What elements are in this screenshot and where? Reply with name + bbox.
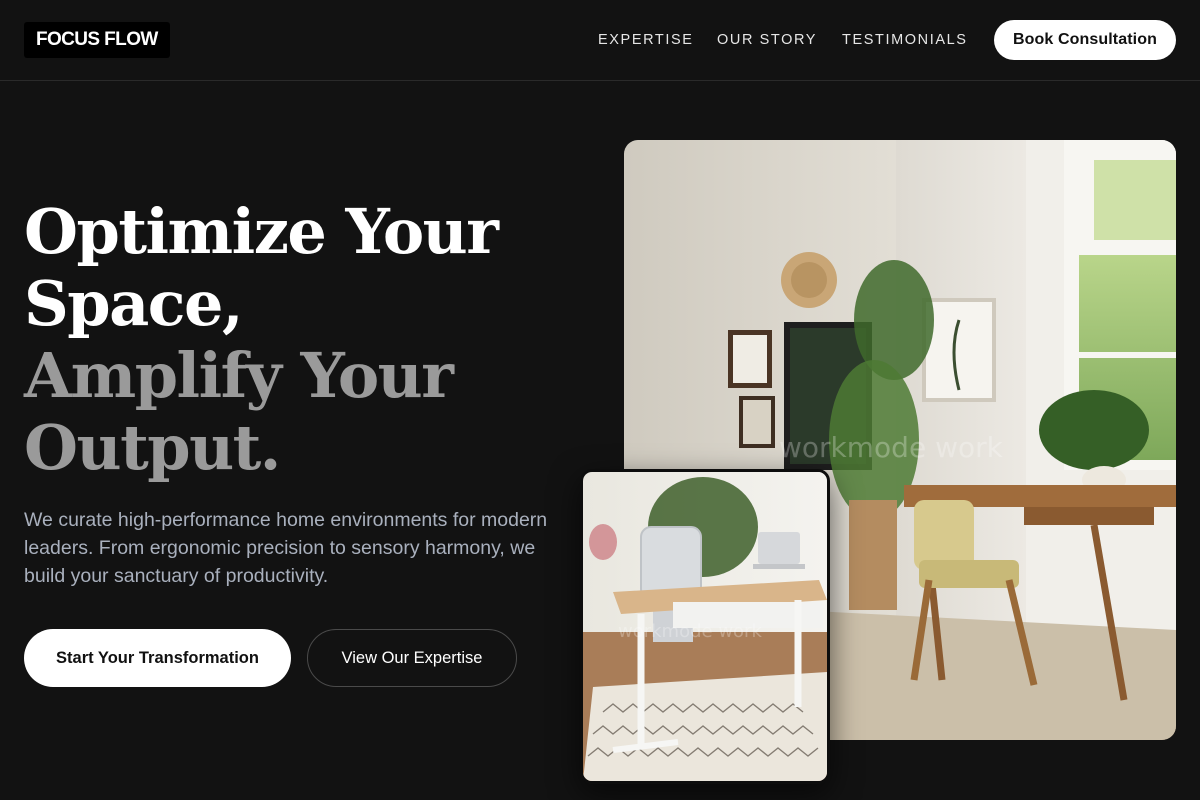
standing-desk-illustration: workmode work <box>583 472 827 781</box>
brand-logo[interactable]: FOCUS FLOW <box>24 22 170 58</box>
book-consultation-button[interactable]: Book Consultation <box>994 20 1176 60</box>
hero-subcopy: We curate high-performance home environm… <box>24 509 548 587</box>
landing-page: FOCUS FLOW EXPERTISE OUR STORY TESTIMONI… <box>0 0 1200 800</box>
hero-headline: Optimize Your Space, Amplify Your Output… <box>24 196 584 484</box>
headline-line-2: Space, <box>24 267 244 340</box>
inset-desk-photo: workmode work <box>580 469 830 784</box>
headline-line-1: Optimize Your <box>24 195 499 268</box>
main-photo-watermark: workmode work <box>779 431 1004 464</box>
nav-link-our-story[interactable]: OUR STORY <box>717 32 817 48</box>
site-header: FOCUS FLOW EXPERTISE OUR STORY TESTIMONI… <box>0 0 1200 81</box>
nav-link-expertise[interactable]: EXPERTISE <box>598 32 694 48</box>
nav-link-testimonials[interactable]: TESTIMONIALS <box>842 32 968 48</box>
nav-item-our-story[interactable]: OUR STORY <box>717 31 817 49</box>
headline-line-4: Output. <box>24 411 281 484</box>
nav-item-testimonials[interactable]: TESTIMONIALS <box>842 31 968 49</box>
inset-photo-watermark: workmode work <box>618 621 762 642</box>
headline-line-3: Amplify Your <box>24 339 454 412</box>
view-expertise-button[interactable]: View Our Expertise <box>307 629 517 687</box>
nav-item-expertise[interactable]: EXPERTISE <box>598 31 694 49</box>
start-transformation-button[interactable]: Start Your Transformation <box>24 629 291 687</box>
